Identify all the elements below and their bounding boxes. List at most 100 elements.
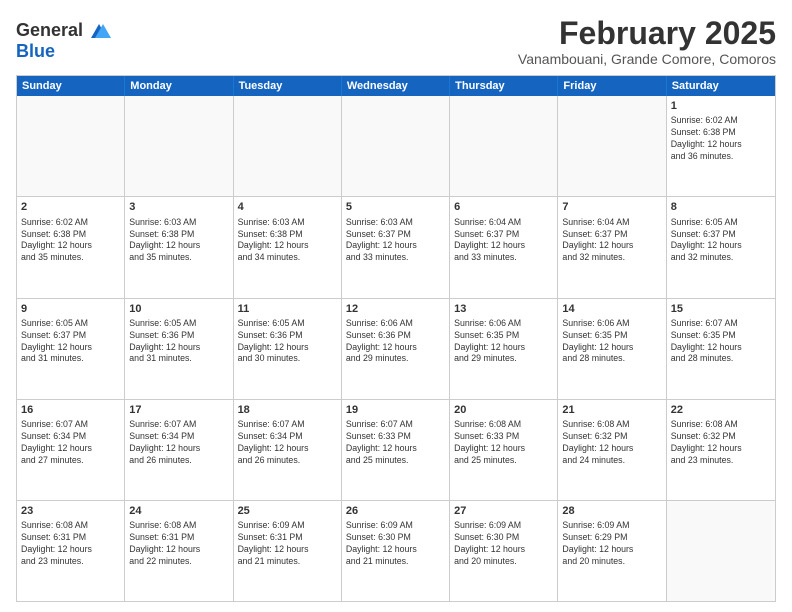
calendar-cell: 26 Sunrise: 6:09 AM Sunset: 6:30 PM Dayli… xyxy=(342,501,450,601)
calendar-cell xyxy=(342,96,450,196)
logo-blue: Blue xyxy=(16,41,55,61)
day-number: 27 xyxy=(454,504,553,518)
cell-info: Sunrise: 6:07 AM Sunset: 6:34 PM Dayligh… xyxy=(238,419,337,467)
day-number: 1 xyxy=(671,99,771,113)
day-number: 3 xyxy=(129,200,228,214)
calendar-cell: 25Sunrise: 6:09 AM Sunset: 6:31 PM Dayli… xyxy=(234,501,342,601)
calendar-cell: 20 Sunrise: 6:08 AM Sunset: 6:33 PM Dayli… xyxy=(450,400,558,500)
cell-info: Sunrise: 6:03 AM Sunset: 6:37 PM Dayligh… xyxy=(346,217,445,265)
calendar-row: 23 Sunrise: 6:08 AM Sunset: 6:31 PM Dayli… xyxy=(17,501,775,601)
calendar: SundayMondayTuesdayWednesdayThursdayFrid… xyxy=(16,75,776,602)
calendar-cell xyxy=(17,96,125,196)
calendar-row: 9 Sunrise: 6:05 AM Sunset: 6:37 PM Daylig… xyxy=(17,299,775,400)
day-number: 24 xyxy=(129,504,228,518)
calendar-cell: 11 Sunrise: 6:05 AM Sunset: 6:36 PM Dayli… xyxy=(234,299,342,399)
day-number: 10 xyxy=(129,302,228,316)
calendar-cell: 8Sunrise: 6:05 AM Sunset: 6:37 PM Daylig… xyxy=(667,197,775,297)
day-number: 6 xyxy=(454,200,553,214)
day-number: 21 xyxy=(562,403,661,417)
day-number: 20 xyxy=(454,403,553,417)
calendar-cell: 28 Sunrise: 6:09 AM Sunset: 6:29 PM Dayli… xyxy=(558,501,666,601)
calendar-cell: 10Sunrise: 6:05 AM Sunset: 6:36 PM Dayli… xyxy=(125,299,233,399)
cell-info: Sunrise: 6:08 AM Sunset: 6:33 PM Dayligh… xyxy=(454,419,553,467)
cell-info: Sunrise: 6:04 AM Sunset: 6:37 PM Dayligh… xyxy=(454,217,553,265)
cell-info: Sunrise: 6:09 AM Sunset: 6:30 PM Dayligh… xyxy=(346,520,445,568)
header: General Blue February 2025 Vanambouani, … xyxy=(16,16,776,67)
day-number: 11 xyxy=(238,302,337,316)
day-number: 17 xyxy=(129,403,228,417)
cell-info: Sunrise: 6:07 AM Sunset: 6:34 PM Dayligh… xyxy=(129,419,228,467)
cell-info: Sunrise: 6:09 AM Sunset: 6:30 PM Dayligh… xyxy=(454,520,553,568)
calendar-row: 16 Sunrise: 6:07 AM Sunset: 6:34 PM Dayli… xyxy=(17,400,775,501)
day-number: 14 xyxy=(562,302,661,316)
calendar-cell: 18Sunrise: 6:07 AM Sunset: 6:34 PM Dayli… xyxy=(234,400,342,500)
cell-info: Sunrise: 6:03 AM Sunset: 6:38 PM Dayligh… xyxy=(238,217,337,265)
title-block: February 2025 Vanambouani, Grande Comore… xyxy=(518,16,776,67)
day-number: 23 xyxy=(21,504,120,518)
weekday-header: Friday xyxy=(558,76,666,96)
cell-info: Sunrise: 6:08 AM Sunset: 6:31 PM Dayligh… xyxy=(21,520,120,568)
calendar-cell xyxy=(125,96,233,196)
page: General Blue February 2025 Vanambouani, … xyxy=(0,0,792,612)
calendar-cell xyxy=(667,501,775,601)
logo-icon xyxy=(85,20,113,42)
cell-info: Sunrise: 6:08 AM Sunset: 6:31 PM Dayligh… xyxy=(129,520,228,568)
day-number: 7 xyxy=(562,200,661,214)
cell-info: Sunrise: 6:07 AM Sunset: 6:33 PM Dayligh… xyxy=(346,419,445,467)
month-title: February 2025 xyxy=(518,16,776,51)
calendar-cell: 24 Sunrise: 6:08 AM Sunset: 6:31 PM Dayli… xyxy=(125,501,233,601)
cell-info: Sunrise: 6:07 AM Sunset: 6:35 PM Dayligh… xyxy=(671,318,771,366)
cell-info: Sunrise: 6:02 AM Sunset: 6:38 PM Dayligh… xyxy=(21,217,120,265)
weekday-header: Saturday xyxy=(667,76,775,96)
day-number: 26 xyxy=(346,504,445,518)
calendar-cell: 23 Sunrise: 6:08 AM Sunset: 6:31 PM Dayli… xyxy=(17,501,125,601)
cell-info: Sunrise: 6:09 AM Sunset: 6:29 PM Dayligh… xyxy=(562,520,661,568)
calendar-cell: 16 Sunrise: 6:07 AM Sunset: 6:34 PM Dayli… xyxy=(17,400,125,500)
weekday-header: Thursday xyxy=(450,76,558,96)
day-number: 19 xyxy=(346,403,445,417)
calendar-cell xyxy=(450,96,558,196)
cell-info: Sunrise: 6:08 AM Sunset: 6:32 PM Dayligh… xyxy=(671,419,771,467)
day-number: 25 xyxy=(238,504,337,518)
calendar-cell: 14Sunrise: 6:06 AM Sunset: 6:35 PM Dayli… xyxy=(558,299,666,399)
calendar-cell: 13 Sunrise: 6:06 AM Sunset: 6:35 PM Dayli… xyxy=(450,299,558,399)
day-number: 13 xyxy=(454,302,553,316)
calendar-cell: 15 Sunrise: 6:07 AM Sunset: 6:35 PM Dayli… xyxy=(667,299,775,399)
calendar-cell: 19 Sunrise: 6:07 AM Sunset: 6:33 PM Dayli… xyxy=(342,400,450,500)
day-number: 15 xyxy=(671,302,771,316)
logo: General Blue xyxy=(16,20,113,62)
calendar-header: SundayMondayTuesdayWednesdayThursdayFrid… xyxy=(17,76,775,96)
cell-info: Sunrise: 6:05 AM Sunset: 6:37 PM Dayligh… xyxy=(671,217,771,265)
day-number: 16 xyxy=(21,403,120,417)
weekday-header: Sunday xyxy=(17,76,125,96)
weekday-header: Tuesday xyxy=(234,76,342,96)
day-number: 28 xyxy=(562,504,661,518)
calendar-cell: 22 Sunrise: 6:08 AM Sunset: 6:32 PM Dayli… xyxy=(667,400,775,500)
cell-info: Sunrise: 6:07 AM Sunset: 6:34 PM Dayligh… xyxy=(21,419,120,467)
calendar-cell: 3Sunrise: 6:03 AM Sunset: 6:38 PM Daylig… xyxy=(125,197,233,297)
day-number: 2 xyxy=(21,200,120,214)
calendar-cell: 2 Sunrise: 6:02 AM Sunset: 6:38 PM Daylig… xyxy=(17,197,125,297)
calendar-row: 1Sunrise: 6:02 AM Sunset: 6:38 PM Daylig… xyxy=(17,96,775,197)
cell-info: Sunrise: 6:04 AM Sunset: 6:37 PM Dayligh… xyxy=(562,217,661,265)
location: Vanambouani, Grande Comore, Comoros xyxy=(518,51,776,67)
cell-info: Sunrise: 6:05 AM Sunset: 6:36 PM Dayligh… xyxy=(238,318,337,366)
cell-info: Sunrise: 6:06 AM Sunset: 6:35 PM Dayligh… xyxy=(454,318,553,366)
day-number: 12 xyxy=(346,302,445,316)
calendar-row: 2 Sunrise: 6:02 AM Sunset: 6:38 PM Daylig… xyxy=(17,197,775,298)
calendar-body: 1 Sunrise: 6:02 AM Sunset: 6:38 PM Daylig… xyxy=(17,96,775,601)
cell-info: Sunrise: 6:05 AM Sunset: 6:37 PM Dayligh… xyxy=(21,318,120,366)
calendar-cell: 27 Sunrise: 6:09 AM Sunset: 6:30 PM Dayli… xyxy=(450,501,558,601)
weekday-header: Wednesday xyxy=(342,76,450,96)
calendar-cell: 9 Sunrise: 6:05 AM Sunset: 6:37 PM Daylig… xyxy=(17,299,125,399)
weekday-header: Monday xyxy=(125,76,233,96)
day-number: 22 xyxy=(671,403,771,417)
day-number: 4 xyxy=(238,200,337,214)
calendar-cell xyxy=(558,96,666,196)
cell-info: Sunrise: 6:08 AM Sunset: 6:32 PM Dayligh… xyxy=(562,419,661,467)
calendar-cell: 17 Sunrise: 6:07 AM Sunset: 6:34 PM Dayli… xyxy=(125,400,233,500)
calendar-cell: 6 Sunrise: 6:04 AM Sunset: 6:37 PM Daylig… xyxy=(450,197,558,297)
day-number: 5 xyxy=(346,200,445,214)
day-number: 9 xyxy=(21,302,120,316)
calendar-cell: 12Sunrise: 6:06 AM Sunset: 6:36 PM Dayli… xyxy=(342,299,450,399)
